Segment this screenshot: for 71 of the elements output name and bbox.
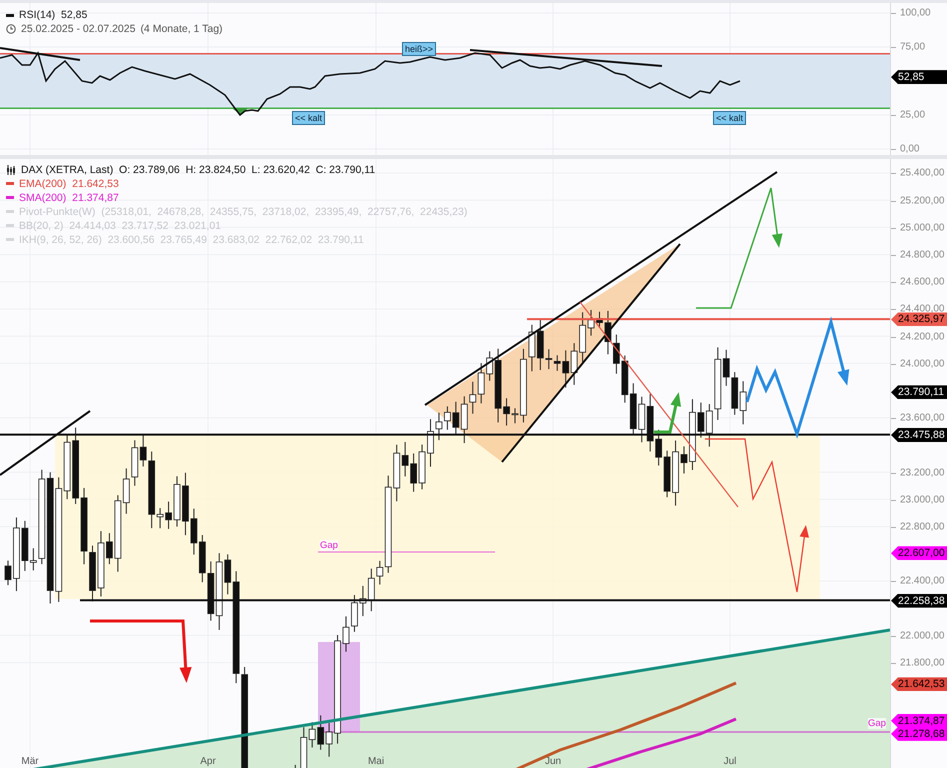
candlestick: [689, 399, 696, 471]
axis-tick-label: 25.000,00: [900, 222, 944, 234]
zone-label: << kalt: [713, 110, 746, 125]
clock-icon: [6, 24, 16, 34]
price-tag: 21.374,87: [891, 714, 947, 728]
gap-label: Gap: [868, 718, 886, 730]
candlestick: [165, 501, 172, 530]
axis-tick-label: 21.800,00: [900, 657, 944, 668]
candlestick: [596, 312, 603, 329]
axis-tick-label: 23.200,00: [900, 467, 944, 478]
candlestick: [418, 444, 426, 490]
axis-tick-label: 24.600,00: [900, 276, 944, 288]
line-swatch-icon: [6, 238, 14, 242]
candlestick: [98, 530, 104, 598]
candlestick: [182, 472, 189, 536]
current-value-tag: 52,85: [891, 70, 947, 84]
axis-tick-label: 24.200,00: [900, 331, 944, 342]
up-arrow: [654, 392, 682, 434]
date-tick-label: Mär: [21, 756, 39, 767]
candlestick: [351, 594, 358, 633]
gap-label: Gap: [320, 540, 338, 552]
date-tick-label: Jun: [544, 756, 562, 767]
price-tag: 22.607,00: [891, 546, 947, 560]
candlestick: [89, 546, 96, 602]
duration-text: (4 Monate, 1 Tag): [140, 23, 223, 36]
price-tag: 21.278,68: [891, 726, 947, 741]
line-swatch-icon: [6, 14, 14, 17]
candlestick: [436, 412, 442, 441]
candlestick: [680, 446, 688, 474]
axis-tick-label: 75,00: [900, 41, 926, 52]
axis-tick-label: 100,00: [900, 7, 931, 18]
axis-tick-label: 22.000,00: [900, 630, 944, 642]
line-swatch-icon: [6, 210, 14, 214]
date-tick-label: Mai: [368, 756, 384, 767]
axis-tick-label: 25,00: [900, 109, 926, 120]
candlestick: [174, 476, 180, 528]
axis-tick-label: 22.800,00: [900, 521, 944, 532]
axis-tick-label: 0,00: [900, 143, 920, 154]
indicator-legend: DAX (XETRA, Last) O: 23.789,06 H: 23.824,50 L: 23.620,42 C: 23.790,11: [21, 164, 376, 176]
price-tag: 23.475,88: [891, 428, 947, 442]
candlestick: [342, 616, 350, 653]
candlestick: [604, 310, 612, 356]
zone-label: << kalt: [292, 110, 326, 125]
candlestick: [588, 310, 594, 337]
axis-tick-label: 24.800,00: [900, 249, 944, 260]
axis-tick-label: 22.400,00: [900, 576, 944, 587]
axis-tick-label: 24.000,00: [900, 358, 944, 370]
axis-tick-label: 25.200,00: [900, 195, 944, 206]
date-tick-label: Apr: [200, 756, 216, 767]
price-tag: 22.258,38: [891, 594, 947, 608]
indicator-legend: EMA(200) 21.642,53: [19, 178, 119, 190]
candlestick: [672, 440, 679, 507]
axis-tick-label: 23.600,00: [900, 412, 944, 424]
candlestick-icon: [6, 164, 16, 175]
date-tick-label: Jul: [724, 756, 736, 767]
price-tag: 23.790,11: [891, 385, 947, 400]
axis-tick-label: 24.400,00: [900, 304, 944, 315]
axis-tick-label: 25.400,00: [900, 168, 944, 179]
price-tag: 21.642,53: [891, 677, 947, 692]
indicator-legend: SMA(200) 21.374,87: [19, 192, 119, 204]
line-swatch-icon: [6, 224, 14, 228]
candlestick: [503, 398, 510, 426]
zone-label: heiß>>: [402, 42, 436, 56]
candlestick: [294, 764, 296, 768]
indicator-legend: RSI(14) 52,85: [19, 9, 88, 22]
axis-tick-label: 23.000,00: [900, 494, 944, 506]
candlestick: [512, 408, 518, 424]
date-range: 25.02.2025 - 02.07.2025: [21, 23, 136, 36]
price-tag: 24.325,97: [891, 312, 947, 326]
candlestick: [427, 419, 434, 468]
candlestick: [4, 560, 12, 586]
